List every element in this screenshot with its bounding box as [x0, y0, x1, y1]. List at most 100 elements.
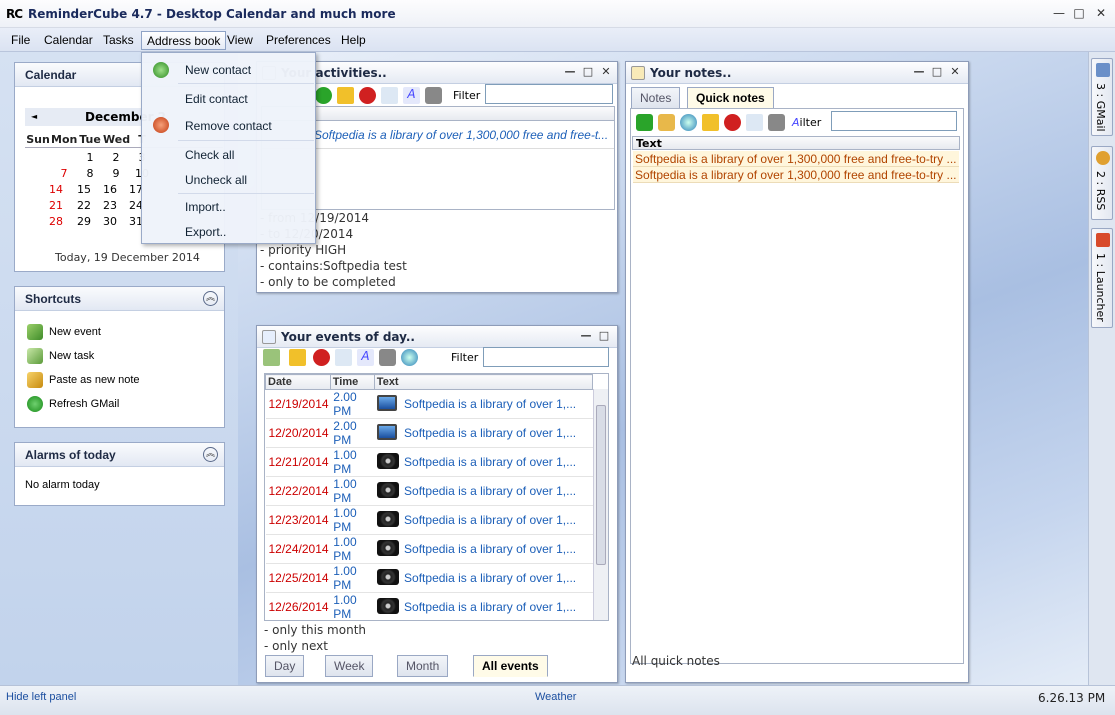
day[interactable]: 14: [43, 183, 69, 196]
col-date[interactable]: Date: [265, 374, 331, 390]
table-row[interactable]: 12/24/2014 1.00 PM Softpedia is a librar…: [265, 534, 593, 564]
menu-import[interactable]: Import..: [142, 194, 315, 220]
activities-filter-input[interactable]: [485, 84, 613, 104]
complete-icon[interactable]: [315, 87, 332, 104]
weather-link[interactable]: Weather: [535, 691, 576, 703]
copy-icon[interactable]: [746, 114, 763, 131]
menu-new-contact[interactable]: New contact: [142, 57, 315, 83]
activities-minimize-button[interactable]: —: [563, 65, 577, 79]
menu-file[interactable]: File: [6, 31, 35, 50]
add-note-icon[interactable]: [636, 114, 653, 131]
notes-maximize-button[interactable]: □: [930, 65, 944, 79]
font-icon[interactable]: A: [357, 349, 374, 366]
menu-preferences[interactable]: Preferences: [261, 31, 336, 50]
events-minimize-button[interactable]: —: [579, 329, 593, 343]
tab-rss[interactable]: 2 : RSS: [1091, 146, 1113, 220]
day[interactable]: 28: [43, 215, 69, 228]
menu-tasks[interactable]: Tasks: [98, 31, 139, 50]
menu-export[interactable]: Export..: [142, 219, 315, 245]
events-scrollbar[interactable]: [593, 389, 608, 620]
collapse-alarms-button[interactable]: ︽: [203, 447, 218, 462]
notes-minimize-button[interactable]: —: [912, 65, 926, 79]
maximize-button[interactable]: □: [1070, 5, 1088, 21]
delete-icon[interactable]: [313, 349, 330, 366]
copy-icon[interactable]: [335, 349, 352, 366]
day[interactable]: 7: [51, 167, 77, 180]
day[interactable]: 29: [71, 215, 97, 228]
day[interactable]: 30: [97, 215, 123, 228]
edit-pencil-icon[interactable]: [337, 87, 354, 104]
activities-maximize-button[interactable]: □: [581, 65, 595, 79]
copy-icon[interactable]: [381, 87, 398, 104]
tab-week[interactable]: Week: [325, 655, 374, 677]
menu-help[interactable]: Help: [336, 31, 371, 50]
tab-all-events[interactable]: All events: [473, 655, 548, 677]
day[interactable]: 22: [71, 199, 97, 212]
table-row[interactable]: 12/26/2014 1.00 PM Softpedia is a librar…: [265, 592, 593, 620]
events-header: Your events of day.. — □: [257, 326, 617, 348]
menu-address-book[interactable]: Address book: [141, 31, 227, 50]
prev-month-icon[interactable]: ◄: [31, 108, 37, 126]
font-icon[interactable]: A: [403, 87, 420, 104]
day[interactable]: 2: [103, 151, 129, 164]
print-icon[interactable]: [379, 349, 396, 366]
today-label[interactable]: Today, 19 December 2014: [55, 251, 200, 264]
day[interactable]: 21: [43, 199, 69, 212]
note-icon[interactable]: [658, 114, 675, 131]
table-row[interactable]: 12/21/2014 1.00 PM Softpedia is a librar…: [265, 447, 593, 477]
collapse-shortcuts-button[interactable]: ︽: [203, 291, 218, 306]
col-text[interactable]: Text: [373, 374, 594, 390]
table-row[interactable]: 12/23/2014 1.00 PM Softpedia is a librar…: [265, 505, 593, 535]
table-row[interactable]: 12/25/2014 1.00 PM Softpedia is a librar…: [265, 563, 593, 593]
hide-left-panel-link[interactable]: Hide left panel: [6, 691, 76, 703]
menu-view[interactable]: View: [222, 31, 258, 50]
delete-icon[interactable]: [724, 114, 741, 131]
list-item[interactable]: Softpedia is a library of over 1,300,000…: [633, 151, 959, 167]
print-icon[interactable]: [425, 87, 442, 104]
table-row[interactable]: 12/22/2014 1.00 PM Softpedia is a librar…: [265, 476, 593, 506]
scroll-thumb[interactable]: [596, 405, 606, 565]
search-icon[interactable]: [401, 349, 418, 366]
events-filter-input[interactable]: [483, 347, 609, 367]
menu-calendar[interactable]: Calendar: [39, 31, 98, 50]
tab-notes[interactable]: Notes: [631, 87, 681, 109]
notes-font-icon[interactable]: Ailter: [792, 116, 821, 129]
criteria-item: - only to be completed: [260, 275, 396, 289]
menu-remove-contact[interactable]: Remove contact: [142, 113, 315, 139]
day[interactable]: 9: [103, 167, 129, 180]
list-item[interactable]: Softpedia is a library of over 1,300,000…: [633, 167, 959, 183]
events-maximize-button[interactable]: □: [597, 329, 611, 343]
shortcut-new-event[interactable]: New event: [27, 323, 101, 341]
activities-close-button[interactable]: ✕: [599, 65, 613, 79]
tab-quick-notes[interactable]: Quick notes: [687, 87, 774, 109]
table-row[interactable]: 12/20/2014 2.00 PM Softpedia is a librar…: [265, 418, 593, 448]
menu-check-all[interactable]: Check all: [142, 142, 315, 168]
shortcut-refresh-gmail[interactable]: Refresh GMail: [27, 395, 119, 413]
day[interactable]: 8: [77, 167, 103, 180]
day[interactable]: 1: [77, 151, 103, 164]
minimize-button[interactable]: —: [1050, 5, 1068, 21]
day[interactable]: 23: [97, 199, 123, 212]
search-icon[interactable]: [680, 114, 697, 131]
edit-pencil-icon[interactable]: [289, 349, 306, 366]
shortcut-new-task[interactable]: New task: [27, 347, 94, 365]
close-button[interactable]: ✕: [1092, 5, 1110, 21]
delete-icon[interactable]: [359, 87, 376, 104]
menu-edit-contact[interactable]: Edit contact: [142, 86, 315, 112]
shortcut-paste-note[interactable]: Paste as new note: [27, 371, 140, 389]
new-event-icon[interactable]: [263, 349, 280, 366]
edit-pencil-icon[interactable]: [702, 114, 719, 131]
tab-day[interactable]: Day: [265, 655, 305, 677]
menu-uncheck-all[interactable]: Uncheck all: [142, 167, 315, 193]
tab-launcher[interactable]: 1 : Launcher: [1091, 228, 1113, 328]
col-time[interactable]: Time: [329, 374, 375, 390]
col-note-text[interactable]: Text: [632, 136, 960, 150]
notes-filter-input[interactable]: [831, 111, 957, 131]
tab-gmail[interactable]: 3 : GMail: [1091, 58, 1113, 136]
day[interactable]: 16: [97, 183, 123, 196]
notes-close-button[interactable]: ✕: [948, 65, 962, 79]
tab-month[interactable]: Month: [397, 655, 449, 677]
table-row[interactable]: 12/19/2014 2.00 PM Softpedia is a librar…: [265, 389, 593, 419]
day[interactable]: 15: [71, 183, 97, 196]
print-icon[interactable]: [768, 114, 785, 131]
